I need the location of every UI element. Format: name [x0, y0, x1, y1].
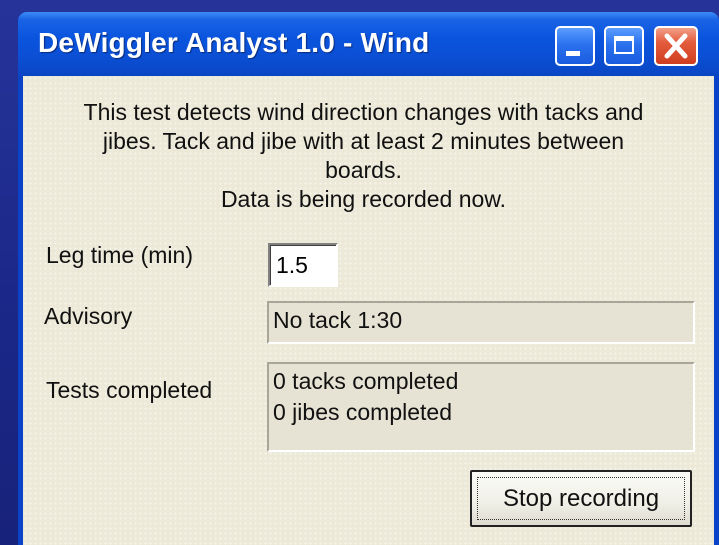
- title-bar[interactable]: DeWiggler Analyst 1.0 - Wind: [18, 12, 719, 76]
- minimize-icon: [566, 51, 580, 56]
- instructions-line: jibes. Tack and jibe with at least 2 min…: [102, 128, 625, 154]
- window-title: DeWiggler Analyst 1.0 - Wind: [38, 27, 430, 58]
- leg-time-input[interactable]: [268, 243, 338, 287]
- window-client-area: This test detects wind direction changes…: [23, 76, 714, 545]
- minimize-button[interactable]: [555, 26, 595, 66]
- advisory-label: Advisory: [44, 303, 133, 329]
- instructions-line: This test detects wind direction changes…: [83, 99, 644, 125]
- instructions-line: boards.: [325, 157, 402, 183]
- tests-completed-label: Tests completed: [46, 377, 213, 403]
- close-icon: [664, 33, 688, 59]
- tacks-completed-text: 0 tacks completed: [273, 368, 459, 394]
- jibes-completed-text: 0 jibes completed: [273, 399, 452, 425]
- instructions-text: This test detects wind direction changes…: [31, 98, 696, 214]
- leg-time-label: Leg time (min): [46, 242, 193, 268]
- recording-status-text: Data is being recorded now.: [220, 186, 507, 212]
- stop-recording-label: Stop recording: [477, 477, 685, 520]
- maximize-icon: [614, 36, 634, 54]
- app-window: DeWiggler Analyst 1.0 - Wind This test d…: [18, 12, 719, 545]
- close-button[interactable]: [654, 26, 698, 66]
- advisory-field: No tack 1:30: [267, 301, 695, 344]
- tests-completed-field: 0 tacks completed 0 jibes completed: [267, 362, 695, 452]
- maximize-button[interactable]: [604, 26, 644, 66]
- stop-recording-button[interactable]: Stop recording: [470, 470, 692, 527]
